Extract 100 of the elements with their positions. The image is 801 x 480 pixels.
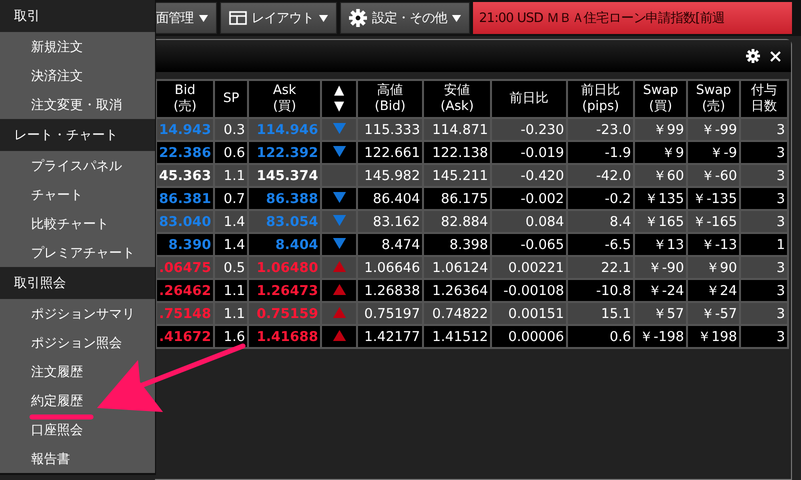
menu-item[interactable]: ポジション照会 [0, 328, 155, 357]
table-cell: -42.0 [567, 164, 634, 187]
table-cell: ￥198 [687, 325, 740, 348]
table-cell: -0.019 [491, 141, 568, 164]
column-header[interactable]: 高値 (Bid) [357, 80, 424, 118]
ask-cell: 83.054 [248, 210, 322, 233]
table-cell: ￥99 [634, 118, 688, 141]
menu-item[interactable]: ポジションサマリ [0, 299, 155, 328]
table-cell: 1.06646 [357, 256, 424, 279]
ask-cell: 1.06480 [248, 256, 322, 279]
table-cell: ￥57 [634, 302, 688, 325]
column-header[interactable]: Swap (売) [687, 80, 740, 118]
menu-item[interactable]: 新規注文 [0, 32, 155, 61]
column-header[interactable]: ▲ ▼ [321, 80, 358, 118]
table-cell: 1.1 [214, 164, 248, 187]
close-icon[interactable] [770, 50, 781, 62]
table-cell: 8.474 [357, 233, 424, 256]
settings-icon[interactable] [746, 49, 760, 63]
table-cell: 83.162 [357, 210, 424, 233]
ask-cell: 1.26473 [248, 279, 322, 302]
table-cell: -1.9 [567, 141, 634, 164]
ask-cell: 86.388 [248, 187, 322, 210]
column-header[interactable]: 前日比 [491, 80, 568, 118]
table-cell: 0.00006 [491, 325, 568, 348]
bid-cell: 14.943 [156, 118, 214, 141]
menu-item[interactable]: 約定履歴 [0, 386, 155, 415]
underline-mark [30, 414, 94, 420]
ask-cell: 114.946 [248, 118, 322, 141]
table-cell: 1 [740, 233, 788, 256]
column-header[interactable]: 安値 (Ask) [423, 80, 492, 118]
toolbar-button[interactable]: 設定・その他 [340, 2, 470, 34]
table-cell: ￥-13 [687, 233, 740, 256]
column-header[interactable]: Ask (買) [248, 80, 322, 118]
ask-cell: 8.404 [248, 233, 322, 256]
table-cell: ￥90 [687, 256, 740, 279]
table-cell: 145.982 [357, 164, 424, 187]
table-cell: 145.211 [423, 164, 492, 187]
table-cell: 0.6 [567, 325, 634, 348]
menu-item[interactable]: 注文履歴 [0, 357, 155, 386]
column-header[interactable]: Bid (売) [156, 80, 214, 118]
table-cell: 1.1 [214, 302, 248, 325]
table-cell: 1.26364 [423, 279, 492, 302]
table-cell: 8.4 [567, 210, 634, 233]
column-header[interactable]: Swap (買) [634, 80, 688, 118]
menu-section-title: レート・チャート [0, 119, 155, 151]
table-cell: 1.1 [214, 279, 248, 302]
table-cell: 0.00221 [491, 256, 568, 279]
table-cell: ￥165 [634, 210, 688, 233]
table-cell: 0.084 [491, 210, 568, 233]
column-header[interactable]: 付与 日数 [740, 80, 788, 118]
menu-item[interactable]: 口座照会 [0, 415, 155, 444]
ask-cell: 145.374 [248, 164, 322, 187]
table-cell: 122.138 [423, 141, 492, 164]
table-cell: 1.41512 [423, 325, 492, 348]
news-ticker[interactable]: 21:00 USD ＭＢＡ住宅ローン申請指数[前週 [473, 2, 792, 34]
menu-item[interactable]: 注文変更・取消 [0, 90, 155, 119]
bid-cell: 83.040 [156, 210, 214, 233]
table-cell: -0.420 [491, 164, 568, 187]
table-cell: ￥24 [687, 279, 740, 302]
menu-item[interactable]: プライスパネル [0, 151, 155, 180]
table-cell: 15.1 [567, 302, 634, 325]
table-cell: -6.5 [567, 233, 634, 256]
toolbar-button[interactable]: 面管理 [155, 2, 216, 34]
table-cell: 0.00151 [491, 302, 568, 325]
bid-cell: .06475 [156, 256, 214, 279]
table-cell: 82.884 [423, 210, 492, 233]
table-cell: 86.404 [357, 187, 424, 210]
table-cell: ￥-90 [634, 256, 688, 279]
bid-cell: 8.390 [156, 233, 214, 256]
table-cell: 0.74822 [423, 302, 492, 325]
menu-section-title: 取引照会 [0, 267, 155, 299]
table-cell: ￥13 [634, 233, 688, 256]
table-cell: ￥-9 [687, 141, 740, 164]
table-cell: ￥-57 [687, 302, 740, 325]
layout-icon [228, 11, 246, 25]
column-header[interactable]: 前日比 (pips) [567, 80, 634, 118]
menu-item[interactable]: プレミアチャート [0, 238, 155, 267]
table-cell: -0.002 [491, 187, 568, 210]
bid-cell: 86.381 [156, 187, 214, 210]
menu-item[interactable]: 比較チャート [0, 209, 155, 238]
table-cell: ￥-99 [687, 118, 740, 141]
menu-item[interactable]: 決済注文 [0, 61, 155, 90]
table-cell: ￥-165 [687, 210, 740, 233]
column-header[interactable]: SP [214, 80, 248, 118]
table-cell: 0.5 [214, 256, 248, 279]
table-cell: 1.06124 [423, 256, 492, 279]
menu-item[interactable]: 報告書 [0, 444, 155, 473]
table-cell: 3 [740, 141, 788, 164]
table-cell: ￥-24 [634, 279, 688, 302]
settings-icon[interactable] [349, 9, 367, 27]
table-cell: 0.6 [214, 141, 248, 164]
menu-item[interactable]: チャート [0, 180, 155, 209]
table-cell: 1.26838 [357, 279, 424, 302]
caret-icon [319, 14, 328, 22]
menu-section-title: 取引 [0, 0, 155, 32]
table-cell: ￥-198 [634, 325, 688, 348]
table-cell: 3 [740, 256, 788, 279]
toolbar-button[interactable]: レイアウト [220, 2, 337, 34]
table-cell: -0.065 [491, 233, 568, 256]
table-cell: ￥-60 [687, 164, 740, 187]
